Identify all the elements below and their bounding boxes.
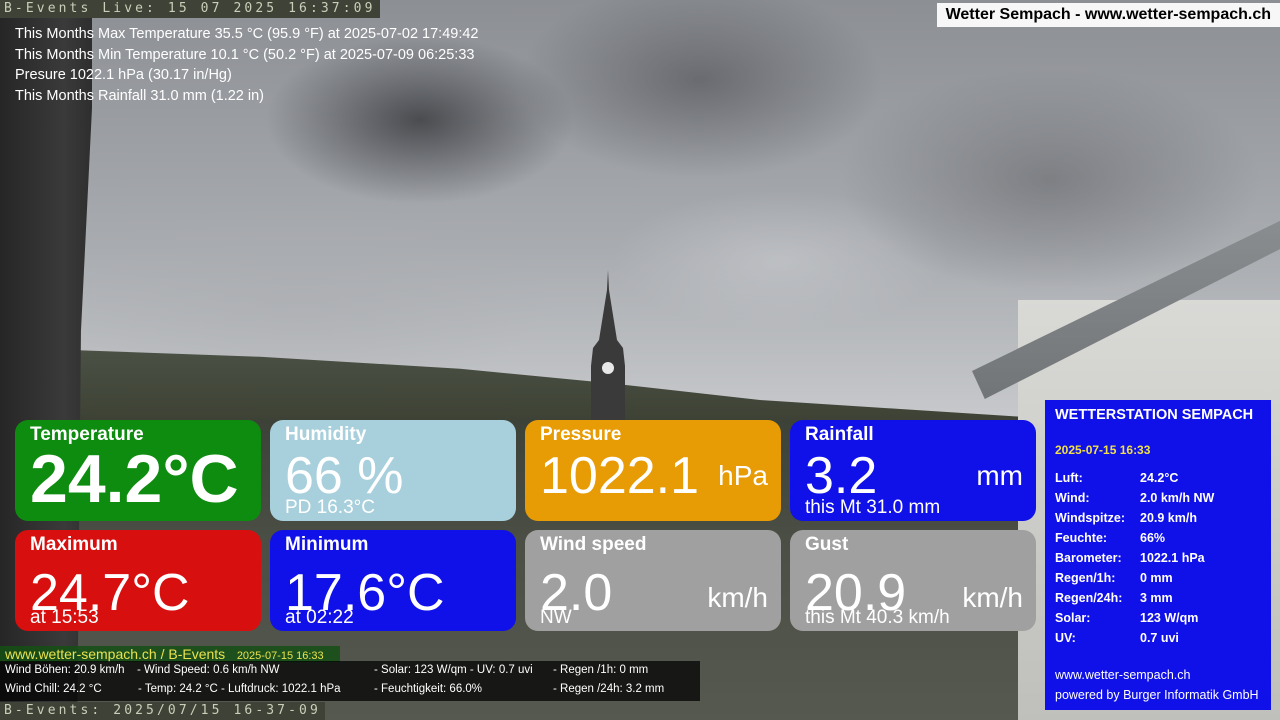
gust-title: Gust: [805, 534, 849, 555]
rainfall-month: this Mt 31.0 mm: [805, 497, 941, 518]
gust-unit: km/h: [962, 582, 1023, 613]
wind-direction: NW: [540, 607, 572, 628]
monthly-pressure: Presure 1022.1 hPa (30.17 in/Hg): [15, 67, 232, 83]
minimum-title: Minimum: [285, 534, 369, 555]
ticker-rain-1h: - Regen /1h: 0 mm: [553, 664, 649, 676]
station-row: Wind: 2.0 km/h NW: [1055, 491, 1215, 505]
humidity-title: Humidity: [285, 424, 367, 445]
station-site: www.wetter-sempach.ch: [1055, 668, 1191, 682]
rainfall-unit: mm: [976, 460, 1023, 491]
pressure-card: Pressure 1022.1 hPa: [525, 420, 781, 521]
site-brand-banner: Wetter Sempach - www.wetter-sempach.ch: [936, 3, 1280, 27]
station-row: Barometer: 1022.1 hPa: [1055, 551, 1205, 565]
dew-point: PD 16.3°C: [285, 497, 375, 518]
gust-month: this Mt 40.3 km/h: [805, 607, 950, 628]
pressure-unit: hPa: [718, 460, 768, 491]
humidity-card: Humidity 66 % PD 16.3°C: [270, 420, 516, 521]
station-row: Solar: 123 W/qm: [1055, 611, 1199, 625]
station-credit: powered by Burger Informatik GmbH: [1055, 688, 1259, 702]
station-readings: Luft: 24.2°C Wind: 2.0 km/h NW Windspitze:…: [1055, 468, 1214, 648]
monthly-rainfall: This Months Rainfall 31.0 mm (1.22 in): [15, 87, 265, 104]
pressure-title: Pressure: [540, 424, 622, 445]
station-row: Regen/1h: 0 mm: [1055, 571, 1173, 585]
ticker-rain-24h: - Regen /24h: 3.2 mm: [553, 683, 665, 695]
ticker-wind-speed: - Wind Speed: 0.6 km/h NW: [137, 664, 280, 676]
maximum-card: Maximum 24.7°C at 15:53: [15, 530, 261, 631]
strip-site: www.wetter-sempach.ch / B-Events: [5, 646, 226, 662]
station-title: WETTERSTATION SEMPACH: [1055, 407, 1254, 423]
rainfall-title: Rainfall: [805, 424, 874, 445]
minimum-time: at 02:22: [285, 607, 354, 628]
windspeed-unit: km/h: [707, 582, 768, 613]
monthly-summary: This Months Max Temperature 35.5 °C (95.…: [15, 24, 479, 106]
rainfall-card: Rainfall 3.2 mm this Mt 31.0 mm: [790, 420, 1036, 521]
station-row: Feuchte: 66%: [1055, 531, 1166, 545]
gust-card: Gust 20.9 km/h this Mt 40.3 km/h: [790, 530, 1036, 631]
maximum-title: Maximum: [30, 534, 118, 555]
temperature-card: Temperature 24.2°C: [15, 420, 261, 521]
live-timestamp: B-Events Live: 15 07 2025 16:37:09: [0, 0, 380, 18]
capture-timestamp: B-Events: 2025/07/15 16-37-09: [0, 702, 325, 720]
station-row: Windspitze: 20.9 km/h: [1055, 511, 1197, 525]
ticker-wind-gusts: Wind Böhen: 20.9 km/h: [5, 664, 125, 676]
station-date: 2025-07-15 16:33: [1055, 443, 1151, 457]
pressure-value: 1022.1: [540, 447, 700, 505]
church-tower: [591, 270, 625, 430]
maximum-time: at 15:53: [30, 607, 99, 628]
monthly-max-temp: This Months Max Temperature 35.5 °C (95.…: [15, 26, 479, 42]
minimum-card: Minimum 17.6°C at 02:22: [270, 530, 516, 631]
station-row: Luft: 24.2°C: [1055, 471, 1179, 485]
ticker-humidity: - Feuchtigkeit: 66.0%: [374, 683, 483, 695]
site-strip: www.wetter-sempach.ch / B-Events 2025-07…: [0, 646, 340, 662]
ticker-wind-chill: Wind Chill: 24.2 °C: [5, 683, 102, 695]
ticker-temp-pressure: - Temp: 24.2 °C - Luftdruck: 1022.1 hPa: [138, 683, 341, 695]
temperature-value: 24.2°C: [30, 441, 239, 517]
windspeed-card: Wind speed 2.0 km/h NW: [525, 530, 781, 631]
station-row: UV: 0.7 uvi: [1055, 631, 1179, 645]
monthly-min-temp: This Months Min Temperature 10.1 °C (50.…: [15, 46, 475, 63]
windspeed-title: Wind speed: [540, 534, 647, 555]
station-row: Regen/24h: 3 mm: [1055, 591, 1173, 605]
data-ticker: Wind Böhen: 20.9 km/h - Wind Speed: 0.6 …: [0, 661, 700, 701]
ticker-solar-uv: - Solar: 123 W/qm - UV: 0.7 uvi: [374, 664, 533, 676]
station-panel: WETTERSTATION SEMPACH 2025-07-15 16:33 L…: [1045, 400, 1271, 710]
